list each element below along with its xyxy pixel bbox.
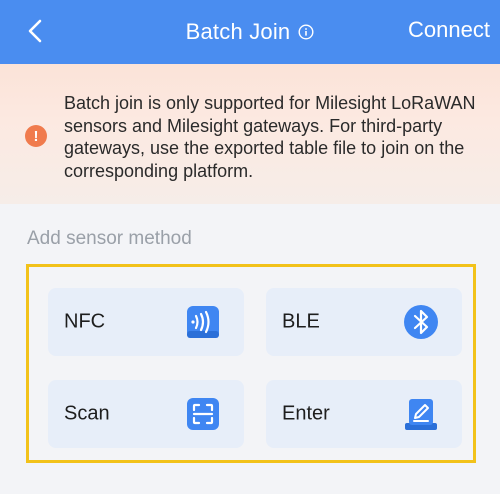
scan-icon xyxy=(187,398,219,430)
warning-icon: ! xyxy=(25,125,47,147)
enter-label: Enter xyxy=(282,402,330,425)
ble-option-button[interactable]: BLE xyxy=(266,288,462,356)
ble-label: BLE xyxy=(282,310,320,333)
enter-option-button[interactable]: Enter xyxy=(266,380,462,448)
nfc-label: NFC xyxy=(64,310,106,333)
bluetooth-icon xyxy=(404,305,438,339)
scan-option-button[interactable]: Scan xyxy=(48,380,244,448)
connect-button[interactable]: Connect xyxy=(408,17,490,43)
info-icon[interactable] xyxy=(298,24,314,40)
nfc-option-button[interactable]: NFC xyxy=(48,288,244,356)
nfc-icon xyxy=(187,306,219,338)
header-bar: Batch Join Connect xyxy=(0,0,500,64)
back-arrow-icon[interactable] xyxy=(24,18,48,44)
scan-label: Scan xyxy=(64,402,110,425)
section-label: Add sensor method xyxy=(27,228,192,249)
notice-text: Batch join is only supported for Milesig… xyxy=(64,93,476,181)
edit-icon xyxy=(405,399,437,430)
page-title: Batch Join xyxy=(185,19,291,44)
